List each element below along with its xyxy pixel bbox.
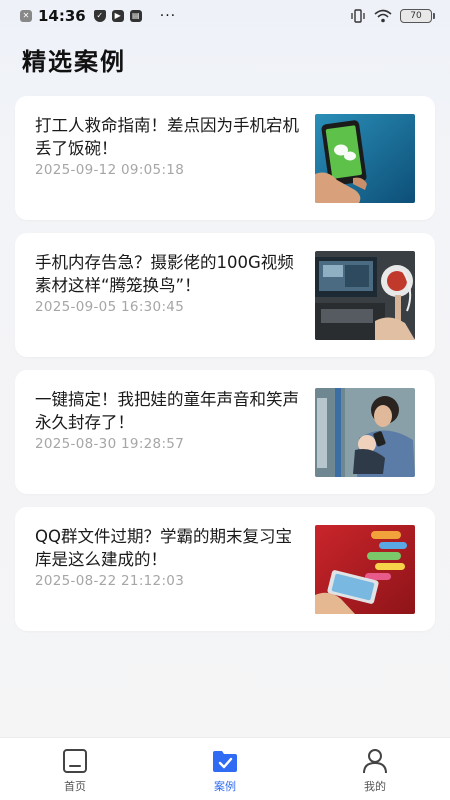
case-folder-icon — [213, 751, 237, 772]
case-timestamp: 2025-09-05 16:30:45 — [35, 299, 185, 315]
case-title[interactable]: 手机内存告急？摄影佬的100G视频素材这样“腾笼换鸟”！ — [35, 251, 303, 297]
message-app-icon: ▤ — [129, 10, 142, 22]
status-time: 14:36 — [38, 7, 86, 25]
case-card[interactable]: 打工人救命指南！差点因为手机宕机丢了饭碗！ 2025-09-12 09:05:1… — [15, 96, 435, 220]
home-icon — [63, 749, 87, 773]
case-card[interactable]: QQ群文件过期？学霸的期末复习宝库是这么建成的！ 2025-08-22 21:1… — [15, 507, 435, 631]
more-notifications-icon: ··· — [159, 8, 177, 24]
wifi-icon — [374, 9, 392, 23]
shield-icon: ✓ — [93, 10, 106, 22]
case-title[interactable]: 打工人救命指南！差点因为手机宕机丢了饭碗！ — [35, 114, 303, 160]
case-timestamp: 2025-08-30 19:28:57 — [35, 436, 185, 452]
tab-home-label: 首页 — [64, 780, 86, 793]
status-bar: ✕ 14:36 ✓ ▶ ▤ ··· 70 — [0, 0, 450, 32]
bottom-tab-bar: 首页 案例 我的 — [0, 737, 450, 800]
case-card[interactable]: 一键搞定！我把娃的童年声音和笑声永久封存了！ 2025-08-30 19:28:… — [15, 370, 435, 494]
case-timestamp: 2025-09-12 09:05:18 — [35, 162, 185, 178]
tab-profile-label: 我的 — [364, 780, 386, 793]
case-thumbnail[interactable] — [315, 525, 415, 614]
case-thumbnail[interactable] — [315, 251, 415, 340]
case-timestamp: 2025-08-22 21:12:03 — [35, 573, 185, 589]
video-app-icon: ▶ — [111, 10, 124, 22]
case-thumbnail[interactable] — [315, 388, 415, 477]
tab-cases[interactable]: 案例 — [150, 738, 300, 800]
page-title: 精选案例 — [22, 48, 126, 76]
tab-cases-label: 案例 — [214, 780, 236, 793]
tab-profile[interactable]: 我的 — [300, 738, 450, 800]
case-thumbnail[interactable] — [315, 114, 415, 203]
tab-home[interactable]: 首页 — [0, 738, 150, 800]
close-notification-icon: ✕ — [20, 10, 32, 22]
vibrate-icon — [351, 9, 365, 23]
case-title[interactable]: QQ群文件过期？学霸的期末复习宝库是这么建成的！ — [35, 525, 303, 571]
case-card[interactable]: 手机内存告急？摄影佬的100G视频素材这样“腾笼换鸟”！ 2025-09-05 … — [15, 233, 435, 357]
profile-icon — [363, 749, 387, 774]
case-title[interactable]: 一键搞定！我把娃的童年声音和笑声永久封存了！ — [35, 388, 303, 434]
battery-indicator: 70 — [400, 9, 435, 23]
